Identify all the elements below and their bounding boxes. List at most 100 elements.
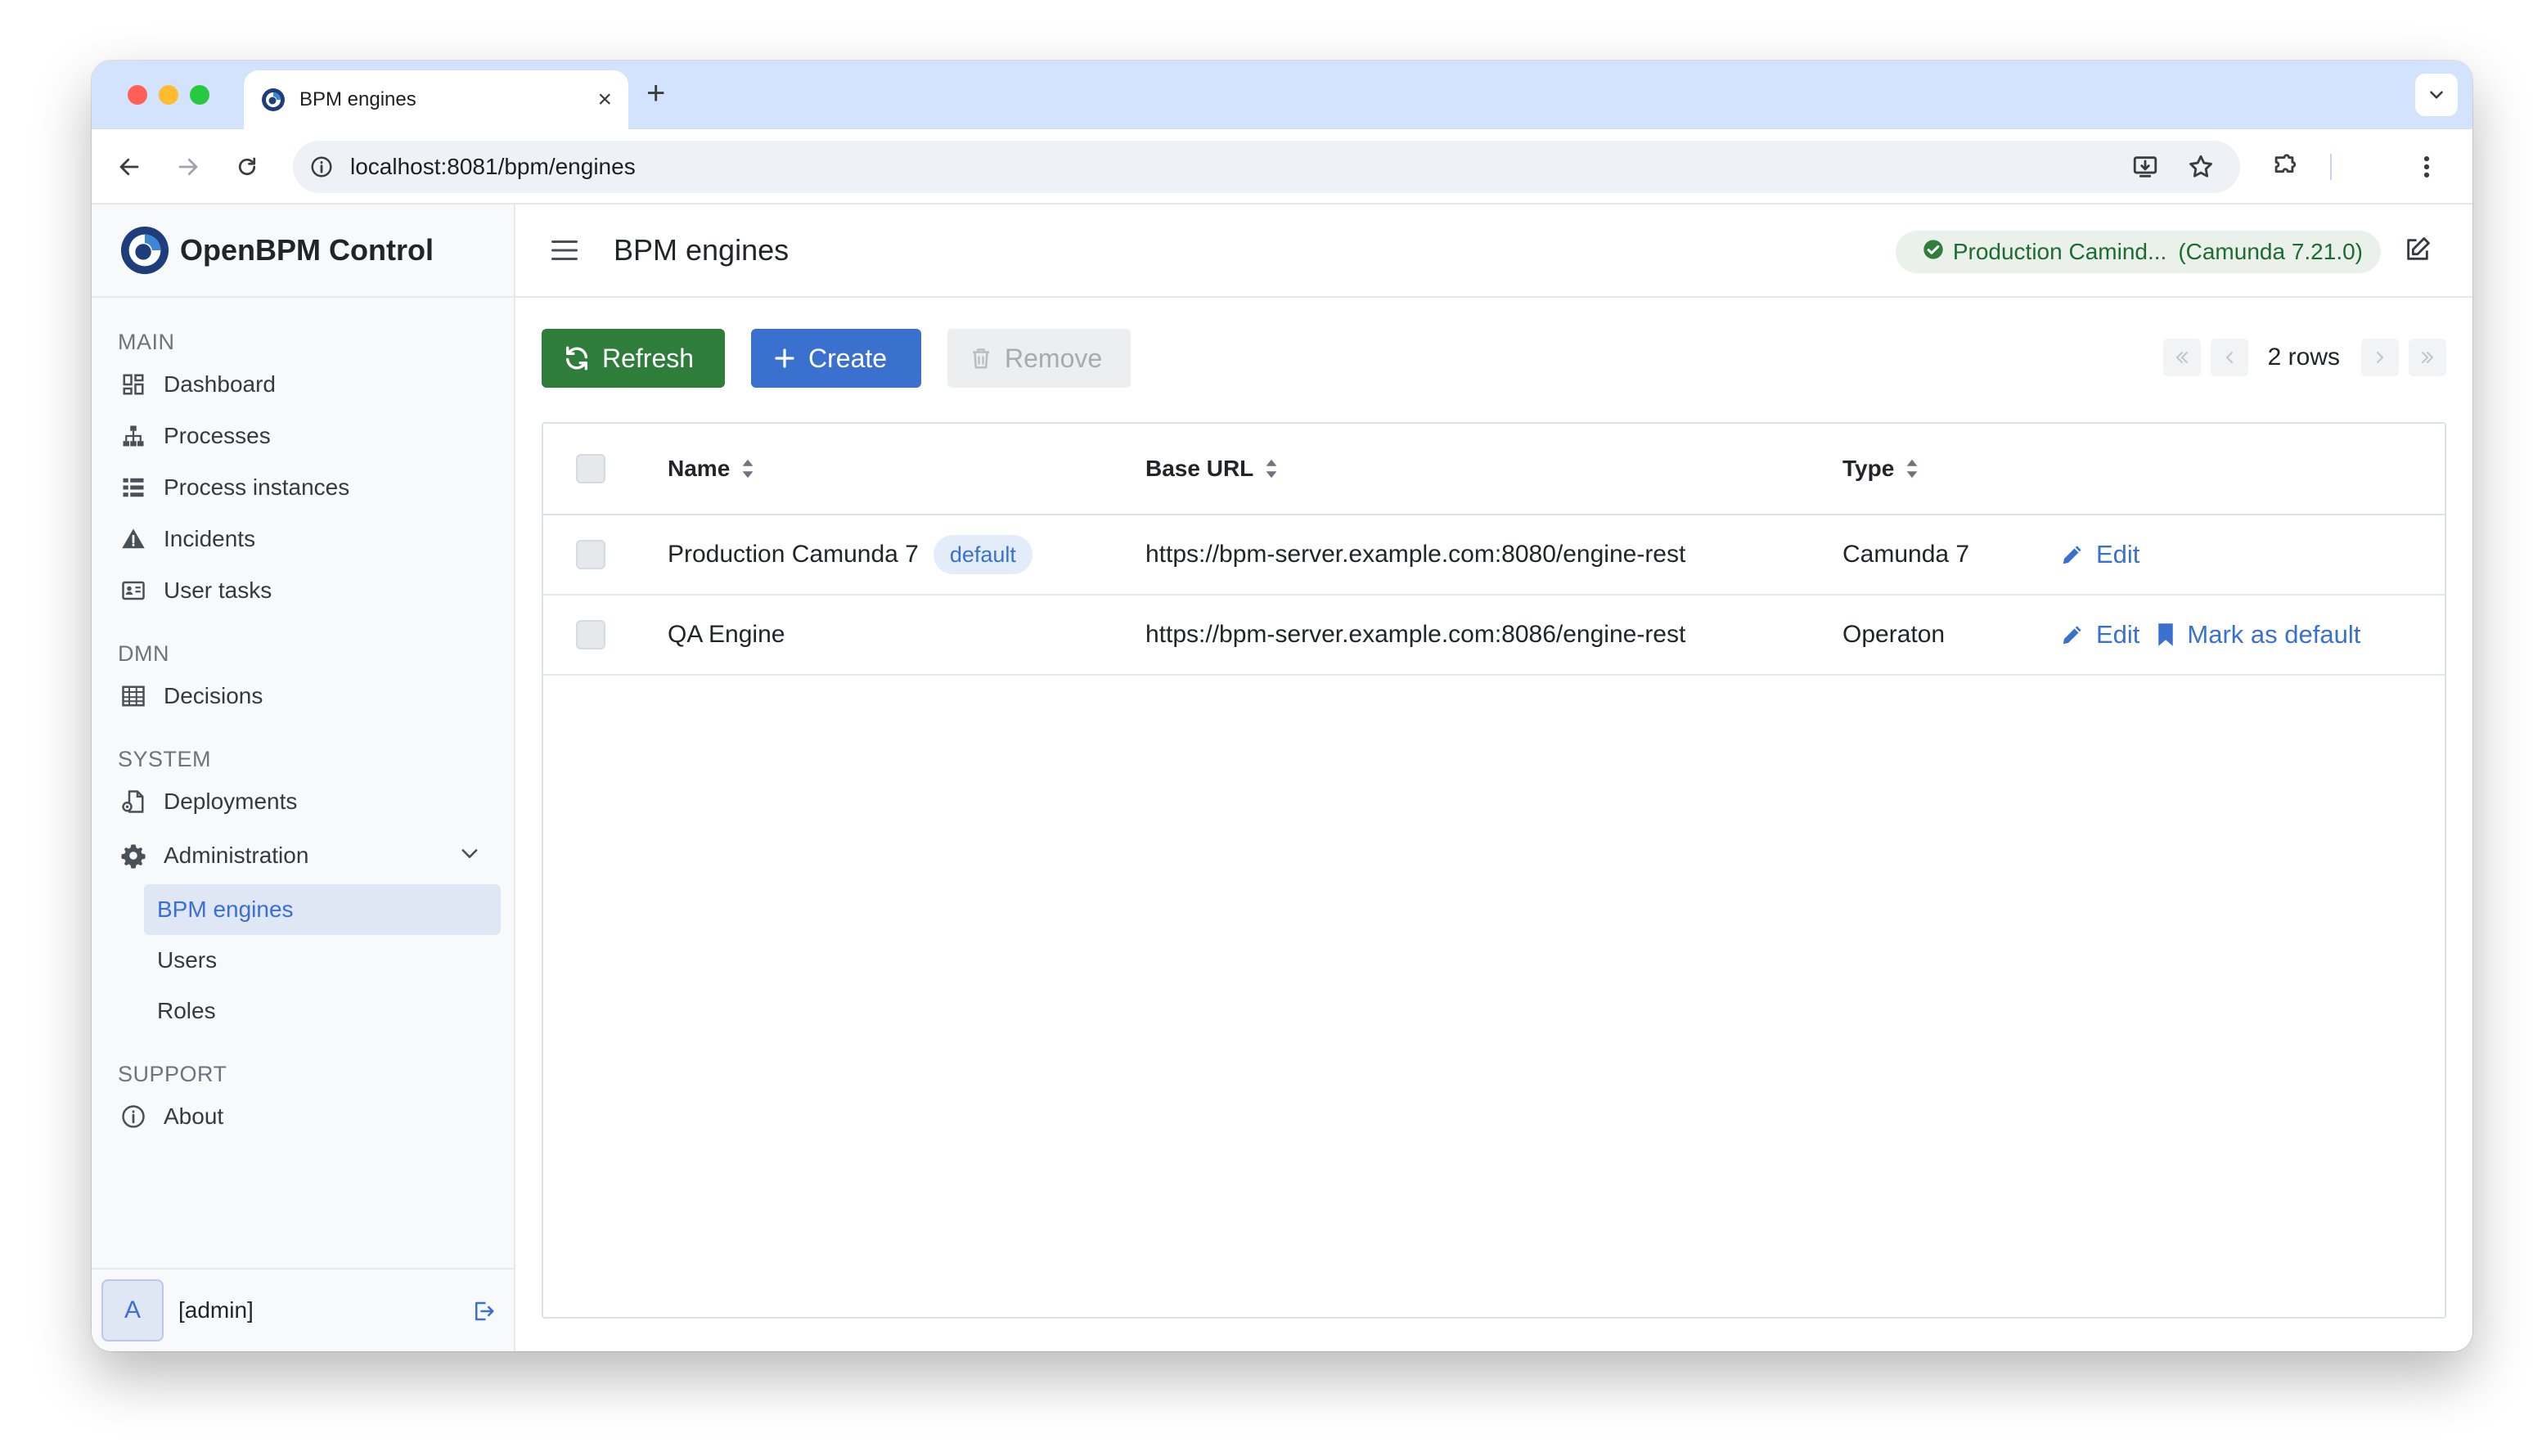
sidebar-item-label: Deployments <box>164 788 298 814</box>
column-header-base-url[interactable]: Base URL <box>1145 456 1278 482</box>
pencil-icon <box>2060 622 2085 647</box>
column-base-url-label: Base URL <box>1145 456 1254 481</box>
sidebar-item-administration[interactable]: Administration <box>92 827 514 884</box>
install-app-button[interactable] <box>2126 141 2165 193</box>
sidebar-item-label: Incidents <box>164 525 256 551</box>
sidebar-item-user-tasks[interactable]: User tasks <box>92 564 514 616</box>
chevron-down-icon[interactable] <box>458 842 481 870</box>
bookmark-button[interactable] <box>2181 141 2220 193</box>
sidebar-item-deployments[interactable]: Deployments <box>92 775 514 827</box>
sidebar-item-label: Decisions <box>164 682 263 708</box>
extensions-button[interactable] <box>2265 141 2304 193</box>
engine-name-cell: Production Camunda 7 default <box>668 535 1033 574</box>
sidebar-item-decisions[interactable]: Decisions <box>92 670 514 721</box>
sidebar-item-label: Administration <box>164 843 309 868</box>
user-name: [admin] <box>178 1297 254 1323</box>
logout-icon[interactable] <box>471 1299 496 1328</box>
sidebar-item-label: About <box>164 1103 224 1129</box>
engine-type: Operaton <box>1842 621 1946 648</box>
reload-icon <box>238 157 256 176</box>
browser-window: BPM engines × + localhost:8081/bpm/engin… <box>92 61 2472 1351</box>
last-page-button[interactable] <box>2409 339 2446 376</box>
check-circle-icon <box>1922 238 1945 267</box>
administration-subnav: BPM engines Users Roles <box>92 884 514 1036</box>
chevron-down-icon <box>2430 91 2443 99</box>
rows-count: 2 rows <box>2267 344 2340 371</box>
engine-base-url: https://bpm-server.example.com:8080/engi… <box>1145 541 1686 568</box>
sort-icon <box>742 459 754 479</box>
chevrons-right-icon <box>2422 352 2433 363</box>
active-engine-selector[interactable]: Production Camind... (Camunda 7.21.0) <box>1895 231 2381 273</box>
window-minimize-button[interactable] <box>159 85 178 105</box>
mark-as-default-link[interactable]: Mark as default <box>2156 620 2360 649</box>
sidebar-item-process-instances[interactable]: Process instances <box>92 461 514 513</box>
new-tab-icon[interactable]: + <box>646 77 665 110</box>
address-bar[interactable]: localhost:8081/bpm/engines <box>293 141 2240 193</box>
reload-button[interactable] <box>227 147 267 186</box>
address-url[interactable]: localhost:8081/bpm/engines <box>350 154 636 180</box>
openbpm-logo-icon <box>262 88 285 111</box>
forward-button[interactable] <box>169 147 208 186</box>
edit-link[interactable]: Edit <box>2060 540 2139 569</box>
column-header-name[interactable]: Name <box>668 456 754 482</box>
sidebar-item-about[interactable]: About <box>92 1090 514 1142</box>
brand[interactable]: OpenBPM Control <box>92 204 514 298</box>
back-button[interactable] <box>110 147 149 186</box>
app-root: OpenBPM Control MAIN Dashboard Processes <box>92 204 2472 1351</box>
engine-name-cell: QA Engine <box>668 621 785 649</box>
nav-section-support: SUPPORT <box>118 1062 227 1086</box>
edit-link[interactable]: Edit <box>2060 620 2139 649</box>
table-icon <box>119 682 147 710</box>
prev-page-button[interactable] <box>2210 339 2248 376</box>
info-icon <box>119 1103 147 1130</box>
arrow-left-icon <box>119 158 139 176</box>
next-page-button[interactable] <box>2361 339 2399 376</box>
tab-close-icon[interactable]: × <box>597 88 612 112</box>
dashboard-icon <box>119 371 147 398</box>
sidebar-item-users[interactable]: Users <box>144 935 501 986</box>
page-title: BPM engines <box>614 233 790 267</box>
avatar[interactable]: A <box>101 1279 164 1341</box>
create-label: Create <box>808 343 888 373</box>
sidebar-item-roles[interactable]: Roles <box>144 986 501 1036</box>
sidebar-nav: MAIN Dashboard Processes Process instanc… <box>92 298 514 1142</box>
refresh-button[interactable]: Refresh <box>542 329 725 388</box>
select-all-checkbox[interactable] <box>576 454 605 483</box>
create-button[interactable]: Create <box>751 329 921 388</box>
browser-menu-button[interactable] <box>2407 141 2446 193</box>
star-icon <box>2189 155 2212 178</box>
file-deploy-icon <box>119 788 147 816</box>
pencil-icon <box>2060 542 2085 567</box>
chevron-right-icon <box>2377 352 2383 363</box>
main-content: BPM engines Production Camind... (Camund… <box>515 204 2472 1351</box>
sidebar-item-processes[interactable]: Processes <box>92 410 514 461</box>
chevron-left-icon <box>2225 352 2233 363</box>
first-page-button[interactable] <box>2162 339 2201 376</box>
bookmark-icon <box>2156 622 2175 647</box>
tab-title: BPM engines <box>299 88 416 110</box>
arrow-right-icon <box>178 158 198 176</box>
sidebar-item-bpm-engines[interactable]: BPM engines <box>144 884 501 935</box>
table-row[interactable]: QA Engine https://bpm-server.example.com… <box>543 595 2445 676</box>
sidebar-item-dashboard[interactable]: Dashboard <box>92 358 514 410</box>
row-checkbox[interactable] <box>576 620 605 649</box>
column-header-type[interactable]: Type <box>1842 456 1919 482</box>
hamburger-menu-icon[interactable] <box>550 238 579 263</box>
install-icon <box>2133 156 2157 178</box>
remove-button[interactable]: Remove <box>947 329 1131 388</box>
openbpm-logo-icon <box>120 226 169 275</box>
table-row[interactable]: Production Camunda 7 default https://bpm… <box>543 515 2445 595</box>
edit-engine-icon[interactable] <box>2404 236 2432 267</box>
tab-search-button[interactable] <box>2415 74 2458 116</box>
browser-tabstrip: BPM engines × + <box>92 61 2472 129</box>
brand-name: OpenBPM Control <box>180 233 434 267</box>
remove-label: Remove <box>1005 343 1103 373</box>
site-info-icon[interactable] <box>309 155 334 179</box>
row-checkbox[interactable] <box>576 540 605 569</box>
browser-tab-active[interactable]: BPM engines × <box>244 70 628 129</box>
sidebar-item-label: Dashboard <box>164 371 276 397</box>
window-close-button[interactable] <box>128 85 147 105</box>
sidebar-item-incidents[interactable]: Incidents <box>92 513 514 564</box>
window-zoom-button[interactable] <box>190 85 209 105</box>
edit-label: Edit <box>2096 620 2140 649</box>
